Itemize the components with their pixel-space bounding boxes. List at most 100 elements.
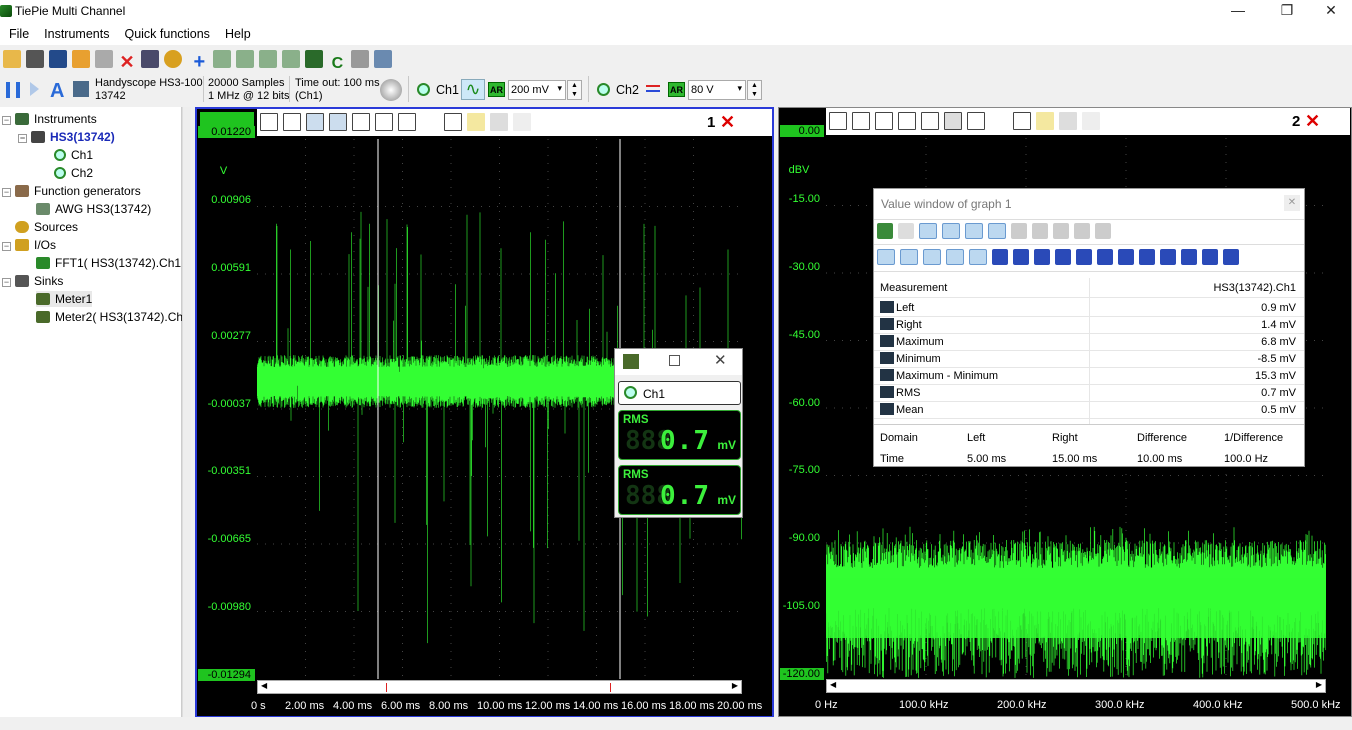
menu-file[interactable]: File [0,23,35,41]
zoom-icon[interactable] [829,112,847,130]
ch1-coupling-ac-icon[interactable]: ∿ [461,79,485,100]
measure-icon[interactable] [967,112,985,130]
trigger-level-icon[interactable] [375,113,393,131]
maximum-icon[interactable] [877,249,895,265]
cursor-right-marker[interactable] [610,683,611,692]
mail-icon[interactable] [72,50,90,68]
fall-time-icon[interactable] [1076,249,1092,265]
fft-graph-icon[interactable] [259,50,278,68]
meter-icon[interactable] [305,50,324,68]
export-icon[interactable] [1013,112,1031,130]
trigger-timeout[interactable]: Time out: 100 ms (Ch1) [295,77,380,103]
tree-sources[interactable]: Sources [2,219,78,235]
report-icon[interactable] [898,223,914,239]
mean-icon[interactable] [969,249,987,265]
open-settings-icon[interactable] [26,50,44,68]
measurement-row[interactable]: RMS 0.7 mV [874,385,1304,402]
cursor-delta-icon[interactable] [1011,223,1027,239]
channel-view-icon[interactable] [921,112,939,130]
ch1-range-spinner[interactable]: ▲ ▼ [567,80,582,100]
yt-graph-icon[interactable] [213,50,232,68]
zoom-icon[interactable] [260,113,278,131]
measurement-row[interactable]: Minimum -8.5 mV [874,351,1304,368]
tree-instruments[interactable]: − Instruments [2,111,97,127]
add-icon[interactable]: + [190,52,208,72]
record-length[interactable]: 20000 Samples 1 MHz @ 12 bits [208,77,289,103]
graph1-close-button[interactable]: ✕ [720,112,735,133]
measurement-row[interactable]: Right 1.4 mV [874,317,1304,334]
bottom-icon[interactable] [1053,223,1069,239]
menu-instruments[interactable]: Instruments [35,23,115,41]
refresh-icon[interactable] [95,50,113,68]
graph2-scrollbar[interactable]: ◀ ▶ [826,679,1326,693]
pencil-icon[interactable] [990,112,1008,130]
xy-graph-icon[interactable] [236,50,255,68]
rms-icon[interactable] [946,249,964,265]
tree-device[interactable]: − HS3(13742) [18,129,115,145]
minimize-button[interactable]: — [1215,0,1261,23]
comment-icon[interactable] [1036,112,1054,130]
tree-ios[interactable]: − I/Os [2,237,56,253]
duty-cycle-icon[interactable] [1139,249,1155,265]
rise-time-icon[interactable] [1055,249,1071,265]
meter-close-button[interactable]: ✕ [714,351,727,369]
ch1-enable-icon[interactable] [417,83,430,96]
cursor-left-marker[interactable] [386,683,387,692]
comment-icon[interactable] [467,113,485,131]
slope-icon[interactable] [1095,223,1111,239]
graph2-close-button[interactable]: ✕ [1305,111,1320,132]
harmonics-icon[interactable] [1181,249,1197,265]
snr-icon[interactable] [1223,249,1239,265]
menu-quick-functions[interactable]: Quick functions [115,23,215,41]
tree-awg[interactable]: AWG HS3(13742) [36,201,151,217]
tree-function-generators[interactable]: − Function generators [2,183,141,199]
grid-icon[interactable] [875,112,893,130]
timeout-knob-icon[interactable] [380,79,402,101]
cursor-left-icon[interactable] [965,223,983,239]
scroll-right-icon[interactable]: ▶ [1316,680,1322,689]
tree-ch1[interactable]: Ch1 [54,147,93,163]
ch2-range-spinner[interactable]: ▲ ▼ [747,80,762,100]
measurement-row[interactable]: Maximum 6.8 mV [874,334,1304,351]
pin-icon[interactable] [942,223,960,239]
variance-icon[interactable] [992,249,1008,265]
meter-channel-header[interactable]: Ch1 [618,381,741,405]
signal-icon[interactable] [283,113,301,131]
tree-meter2[interactable]: Meter2( HS3(13742).Ch1 [36,309,190,325]
pulse-icon[interactable] [1118,249,1134,265]
menu-help[interactable]: Help [216,23,257,41]
grid-icon[interactable] [306,113,324,131]
peak-to-peak-icon[interactable] [923,249,941,265]
table-view-icon[interactable] [919,223,937,239]
ch1-auto-range-button[interactable]: AR [488,82,505,97]
signal-strength-icon[interactable] [1160,249,1176,265]
frequency-icon[interactable] [1034,249,1050,265]
ch2-auto-range-button[interactable]: AR [668,82,685,97]
top-icon[interactable] [1032,223,1048,239]
auto-icon[interactable]: A [50,80,64,103]
measurement-row[interactable]: Left 0.9 mV [874,300,1304,317]
i2c-icon[interactable] [351,50,370,68]
tile-icon[interactable] [282,50,301,68]
io-icon[interactable] [374,50,393,68]
ch2-coupling-dc-icon[interactable] [646,85,660,92]
delete-icon[interactable]: ✕ [118,53,136,71]
export-icon[interactable] [444,113,462,131]
measure-icon[interactable] [398,113,416,131]
ch2-enable-icon[interactable] [597,83,610,96]
pause-icon[interactable] [6,82,20,98]
graph1-scrollbar[interactable]: ◀ ▶ [257,680,742,694]
pencil-icon[interactable] [421,113,439,131]
height-icon[interactable] [1074,223,1090,239]
ch2-range-select[interactable]: 80 V ▾ [688,80,746,100]
tree-meter1[interactable]: Meter1 [36,291,93,307]
signal-icon[interactable] [852,112,870,130]
cursor-icon[interactable] [329,113,347,131]
measurement-row[interactable]: Mean 0.5 mV [874,402,1304,419]
close-window-button[interactable]: ✕ [1308,0,1352,23]
tree-fft[interactable]: FFT1( HS3(13742).Ch1 ) [36,255,188,271]
settings-gear-icon[interactable] [164,50,182,68]
maximize-button[interactable]: ❐ [1264,0,1310,23]
sine-icon[interactable] [1097,249,1113,265]
save-icon[interactable] [49,50,67,68]
